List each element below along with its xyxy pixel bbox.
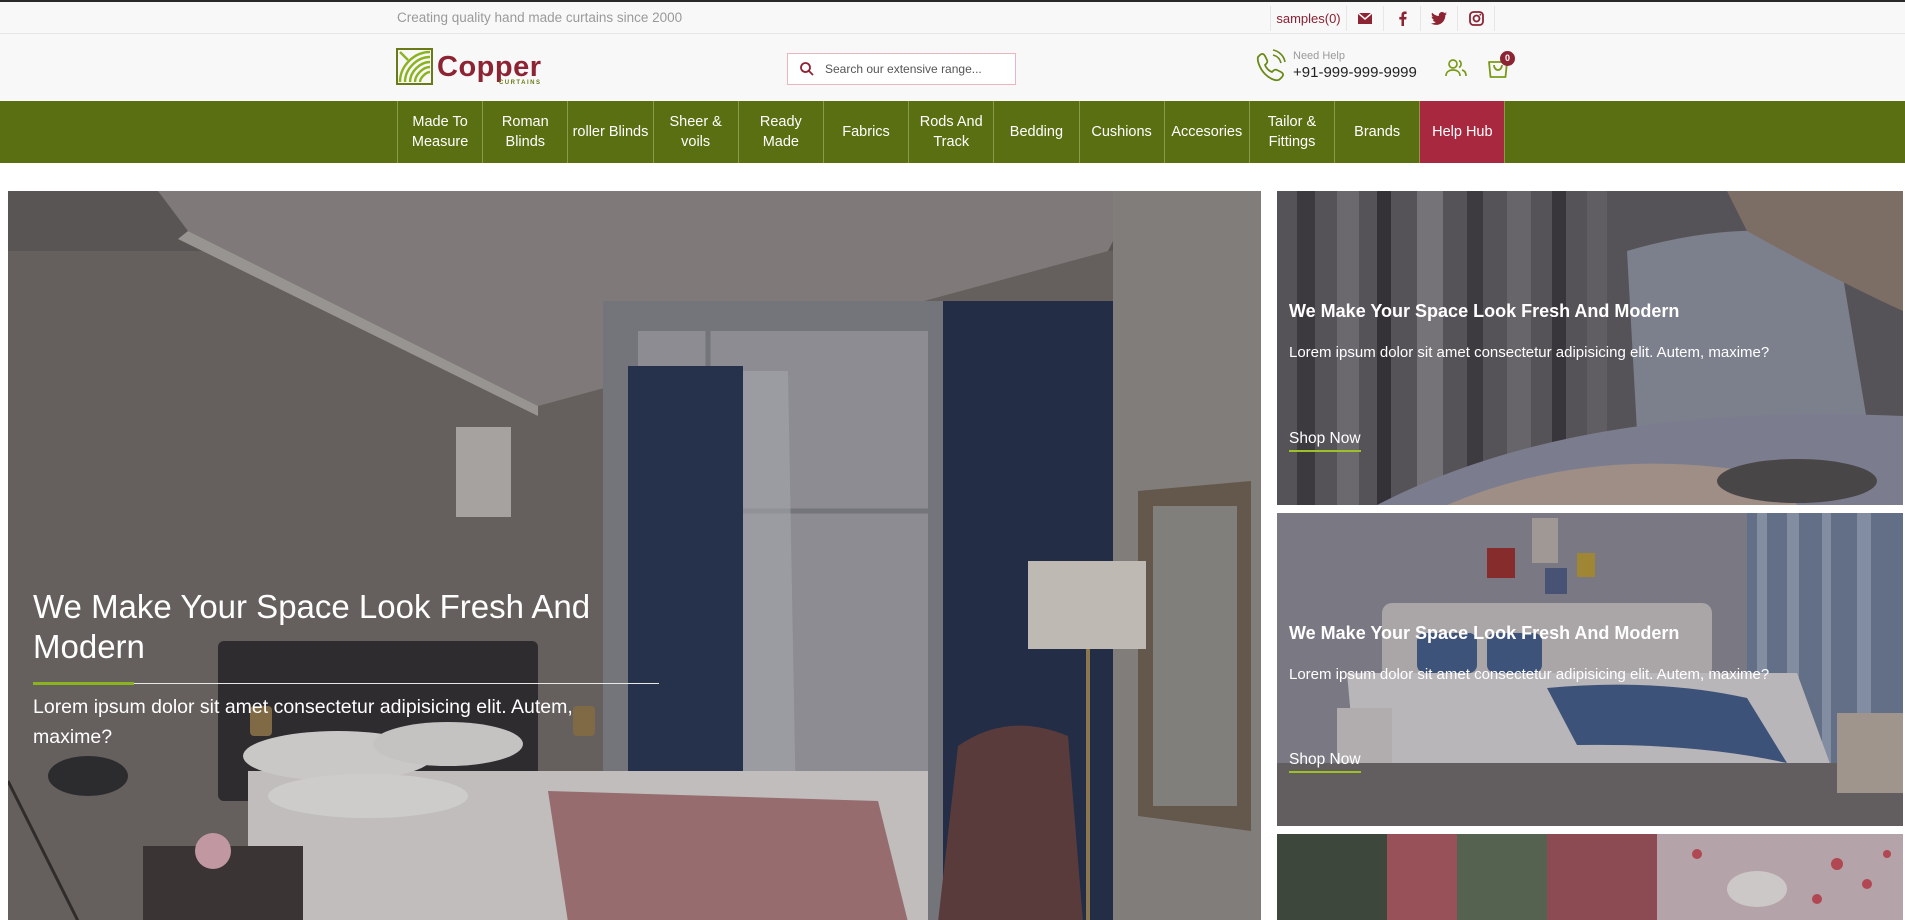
nav-rods-and-track[interactable]: Rods And Track <box>909 101 995 163</box>
nav-cushions[interactable]: Cushions <box>1080 101 1165 163</box>
facebook-icon[interactable] <box>1384 6 1421 31</box>
nav-made-to-measure[interactable]: Made To Measure <box>398 101 484 163</box>
logo-text: Copper CURTAINS <box>437 50 542 86</box>
nav-help-hub[interactable]: Help Hub <box>1420 101 1506 163</box>
samples-link[interactable]: samples(0) <box>1271 6 1347 31</box>
help-contact[interactable]: Need Help +91-999-999-9999 <box>1254 49 1417 83</box>
nav-fabrics[interactable]: Fabrics <box>824 101 910 163</box>
mail-icon[interactable] <box>1347 6 1384 31</box>
logo[interactable]: Copper CURTAINS <box>396 48 542 86</box>
hero-banner[interactable]: We Make Your Space Look Fresh And Modern… <box>8 191 1261 920</box>
tagline: Creating quality hand made curtains sinc… <box>397 10 683 25</box>
nav-bedding[interactable]: Bedding <box>994 101 1080 163</box>
instagram-icon[interactable] <box>1458 6 1495 31</box>
search-box[interactable] <box>787 53 1016 85</box>
promo-card-2-shop-now-link[interactable]: Shop Now <box>1289 751 1361 773</box>
promo-card-2-text: Lorem ipsum dolor sit amet consectetur a… <box>1289 666 1770 683</box>
hero-description: Lorem ipsum dolor sit amet consectetur a… <box>33 696 573 748</box>
logo-mark-icon <box>396 48 433 85</box>
logo-wordmark: Copper <box>437 50 542 83</box>
nav-accesories[interactable]: Accesories <box>1165 101 1250 163</box>
nav-ready-made[interactable]: Ready Made <box>739 101 824 163</box>
promo-card-2[interactable]: We Make Your Space Look Fresh And Modern… <box>1277 513 1903 826</box>
main-nav: Made To Measure Roman Blinds roller Blin… <box>0 101 1905 163</box>
page: Creating quality hand made curtains sinc… <box>0 0 1905 920</box>
promo-card-1[interactable]: We Make Your Space Look Fresh And Modern… <box>1277 191 1903 505</box>
nav-roller-blinds[interactable]: roller Blinds <box>568 101 654 163</box>
help-phone-number[interactable]: +91-999-999-9999 <box>1293 63 1417 83</box>
help-text: Need Help +91-999-999-9999 <box>1293 50 1417 83</box>
nav-brands[interactable]: Brands <box>1335 101 1421 163</box>
hero-bedroom-image <box>8 191 1261 920</box>
cart-count-badge: 0 <box>1500 51 1515 66</box>
user-account-icon[interactable] <box>1444 56 1468 80</box>
promo-card-1-text: Lorem ipsum dolor sit amet consectetur a… <box>1289 344 1770 361</box>
nav-list: Made To Measure Roman Blinds roller Blin… <box>397 101 1506 163</box>
search-input[interactable] <box>825 62 1005 76</box>
hero-divider-accent <box>33 682 134 685</box>
help-label: Need Help <box>1293 49 1345 62</box>
search-icon[interactable] <box>799 61 815 77</box>
promo-card-2-title: We Make Your Space Look Fresh And Modern <box>1289 623 1680 643</box>
nav-roman-blinds[interactable]: Roman Blinds <box>483 101 569 163</box>
nav-tailor-fittings[interactable]: Tailor & Fittings <box>1250 101 1336 163</box>
twitter-icon[interactable] <box>1421 6 1458 31</box>
logo-subtitle: CURTAINS <box>498 79 542 86</box>
hero-title: We Make Your Space Look Fresh And Modern <box>33 588 591 665</box>
promo-card-1-title: We Make Your Space Look Fresh And Modern <box>1289 301 1680 321</box>
promo-card-3[interactable] <box>1277 834 1903 920</box>
top-links: samples(0) <box>1270 6 1495 31</box>
top-strip: Creating quality hand made curtains sinc… <box>0 2 1905 34</box>
promo-card-3-image <box>1277 834 1903 920</box>
site-header: Copper CURTAINS Need Help +91-999-999-99… <box>0 34 1905 101</box>
phone-icon <box>1256 49 1286 82</box>
nav-sheer-voils[interactable]: Sheer & voils <box>654 101 739 163</box>
promo-card-1-shop-now-link[interactable]: Shop Now <box>1289 430 1361 452</box>
